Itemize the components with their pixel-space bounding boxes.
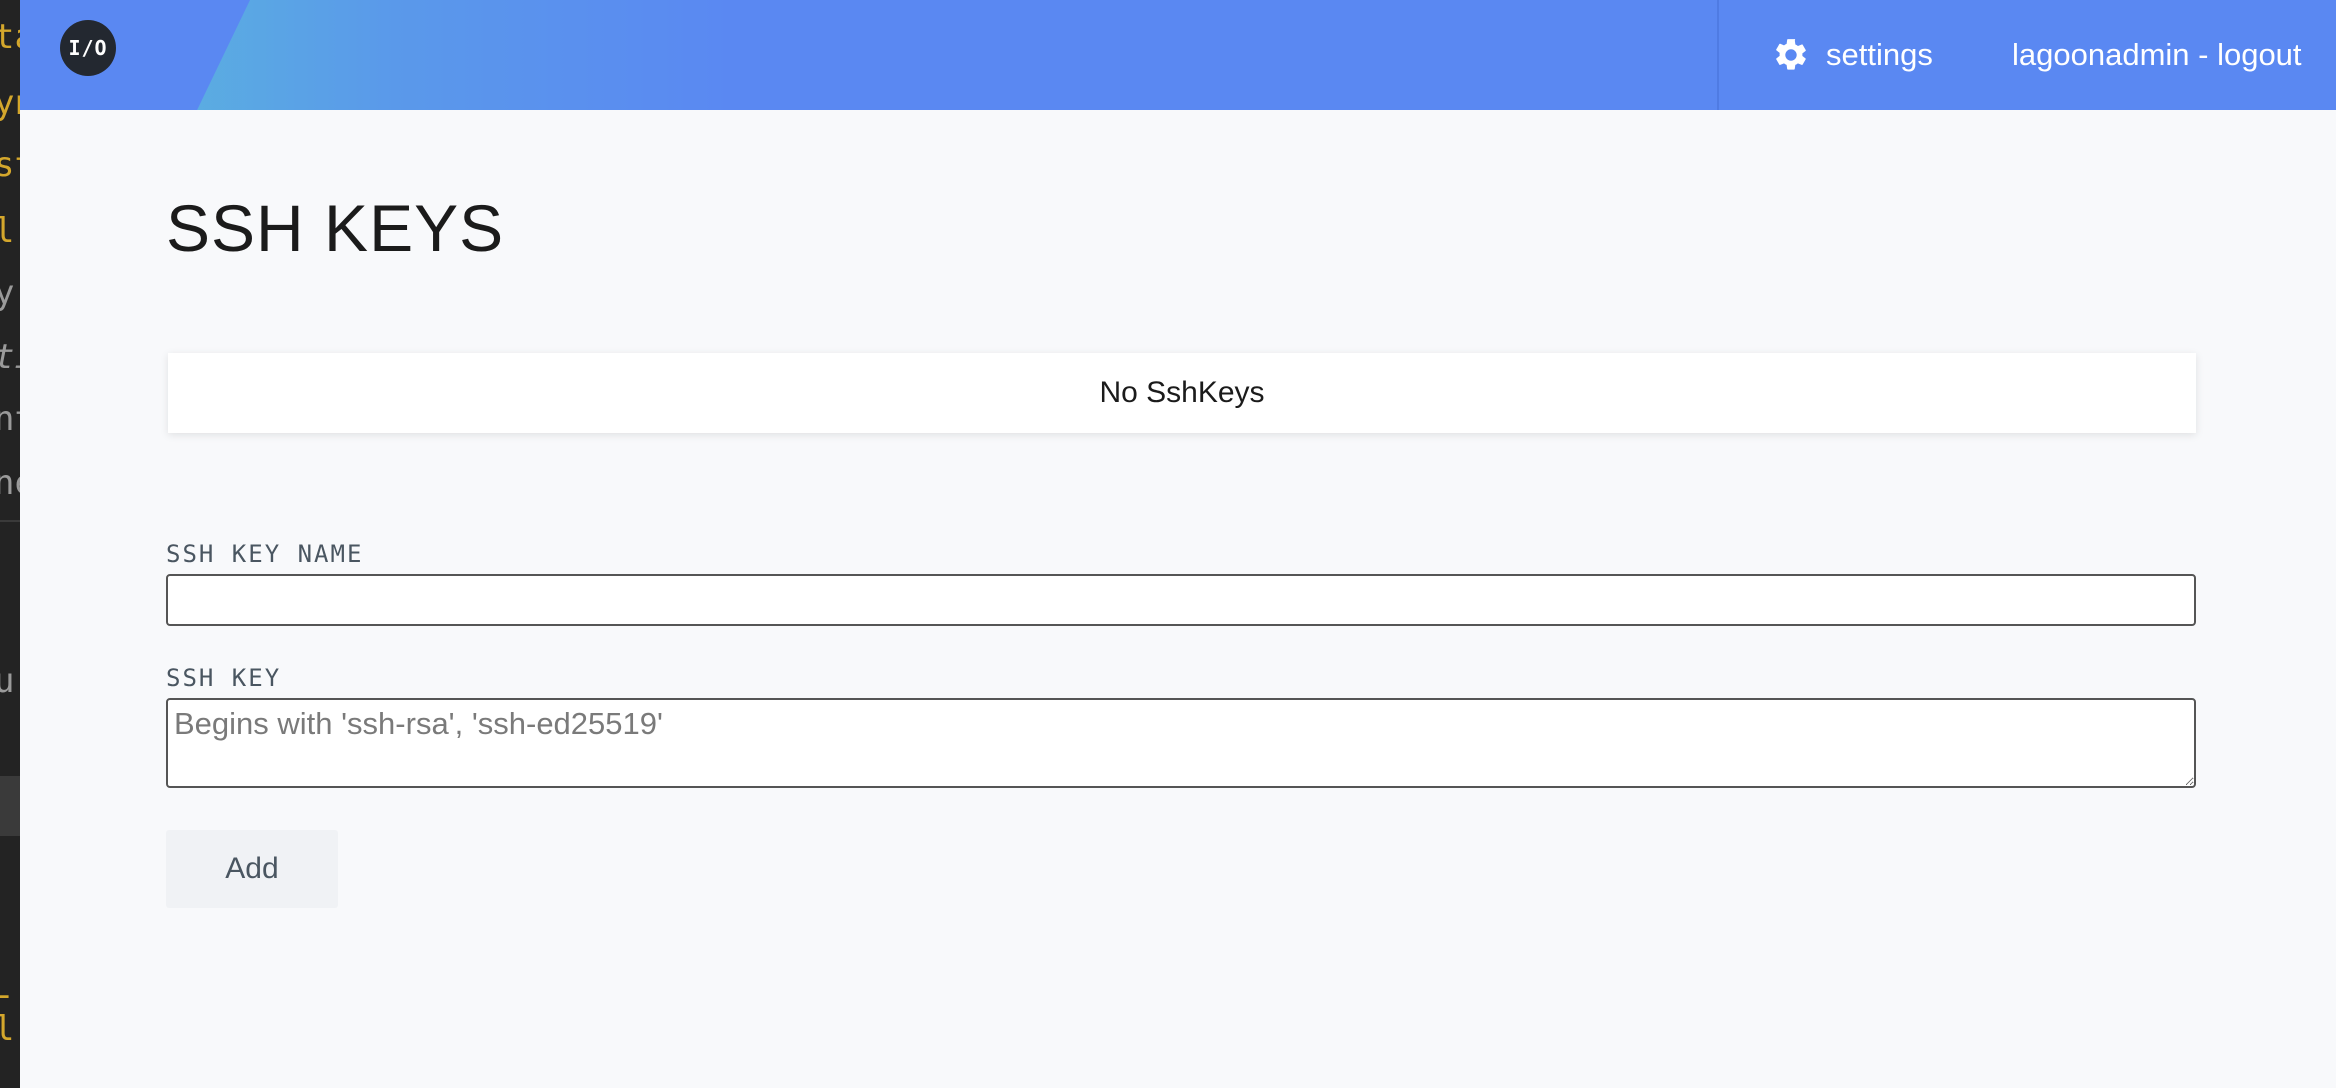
logout-link[interactable]: lagoonadmin - logout: [2012, 28, 2302, 82]
background-window-strip: ta yn st l yr ti nt ne u. -l: [0, 0, 20, 1088]
ssh-key-textarea[interactable]: [166, 698, 2196, 788]
settings-link[interactable]: settings: [1772, 28, 1933, 82]
settings-label: settings: [1826, 37, 1933, 72]
ssh-key-name-input[interactable]: [166, 574, 2196, 626]
ssh-keys-empty-state: No SshKeys: [168, 353, 2196, 433]
app-window: I/O settings lagoonadmin - logout SSH KE…: [20, 0, 2336, 1088]
gear-icon: [1776, 39, 1806, 70]
user-logout-label: lagoonadmin - logout: [2012, 37, 2302, 72]
header-divider: [1717, 0, 1719, 110]
ssh-key-label: SSH KEY: [166, 664, 282, 692]
lagoon-logo[interactable]: I/O: [60, 20, 116, 76]
page-title: SSH KEYS: [166, 191, 505, 265]
top-header: I/O settings lagoonadmin - logout: [20, 0, 2336, 110]
ssh-key-name-label: SSH KEY NAME: [166, 540, 364, 568]
empty-message: No SshKeys: [1099, 376, 1265, 409]
add-button[interactable]: Add: [166, 830, 338, 908]
